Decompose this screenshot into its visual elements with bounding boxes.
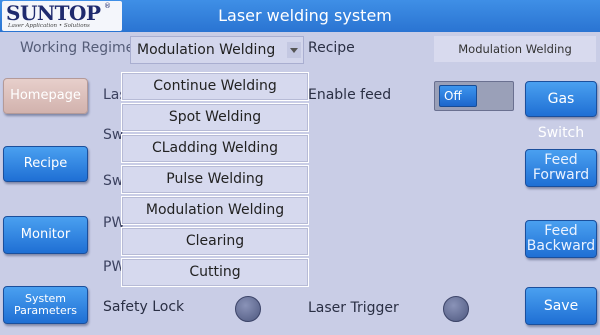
enable-feed-toggle[interactable]: Off [434,81,514,111]
safety-lock-label: Safety Lock [103,299,185,315]
laser-trigger-label: Laser Trigger [308,300,399,316]
enable-feed-label: Enable feed [308,87,392,103]
working-regime-select[interactable]: Modulation Welding [130,36,304,64]
safety-lock-indicator [235,296,261,322]
gas-switch-button[interactable]: Gas Switch [525,81,597,141]
toggle-state-label: Off [439,85,477,107]
app-title: Laser welding system [218,6,392,25]
feed-forward-button[interactable]: Feed Forward [525,149,597,187]
feed-backward-label-line2: Backward [526,238,596,254]
recipe-label: Recipe [308,40,355,56]
working-regime-dropdown-list: Continue Welding Spot Welding CLadding W… [121,70,309,288]
working-regime-label: Working Regime [20,40,135,56]
logo-tagline: Laser Application • Solutions [8,23,90,29]
system-parameters-button[interactable]: System Parameters [3,286,88,324]
save-button[interactable]: Save [525,287,597,325]
system-parameters-label-line2: Parameters [14,304,77,317]
feed-forward-label-line1: Feed [544,152,578,168]
feed-forward-label-line2: Forward [532,167,590,183]
homepage-button[interactable]: Homepage [3,78,88,114]
logo-registered-mark: ® [104,2,111,10]
feed-backward-label-line1: Feed [544,223,578,239]
regime-option-pulse-welding[interactable]: Pulse Welding [121,165,309,194]
logo-text: SUNTOP [6,1,101,25]
regime-option-clearing[interactable]: Clearing [121,227,309,256]
regime-option-cladding-welding[interactable]: CLadding Welding [121,134,309,163]
recipe-value-display: Modulation Welding [434,36,596,62]
chevron-down-icon[interactable] [287,42,301,58]
recipe-button[interactable]: Recipe [3,146,88,182]
regime-option-modulation-welding[interactable]: Modulation Welding [121,196,309,225]
regime-option-continue-welding[interactable]: Continue Welding [121,72,309,101]
feed-backward-button[interactable]: Feed Backward [525,220,597,258]
regime-option-cutting[interactable]: Cutting [121,258,309,287]
working-regime-value: Modulation Welding [137,42,276,58]
monitor-button[interactable]: Monitor [3,216,88,254]
regime-option-spot-welding[interactable]: Spot Welding [121,103,309,132]
laser-trigger-indicator [443,296,469,322]
title-bar: SUNTOP ® Laser Application • Solutions L… [0,0,600,32]
suntop-logo: SUNTOP ® Laser Application • Solutions [2,1,122,31]
